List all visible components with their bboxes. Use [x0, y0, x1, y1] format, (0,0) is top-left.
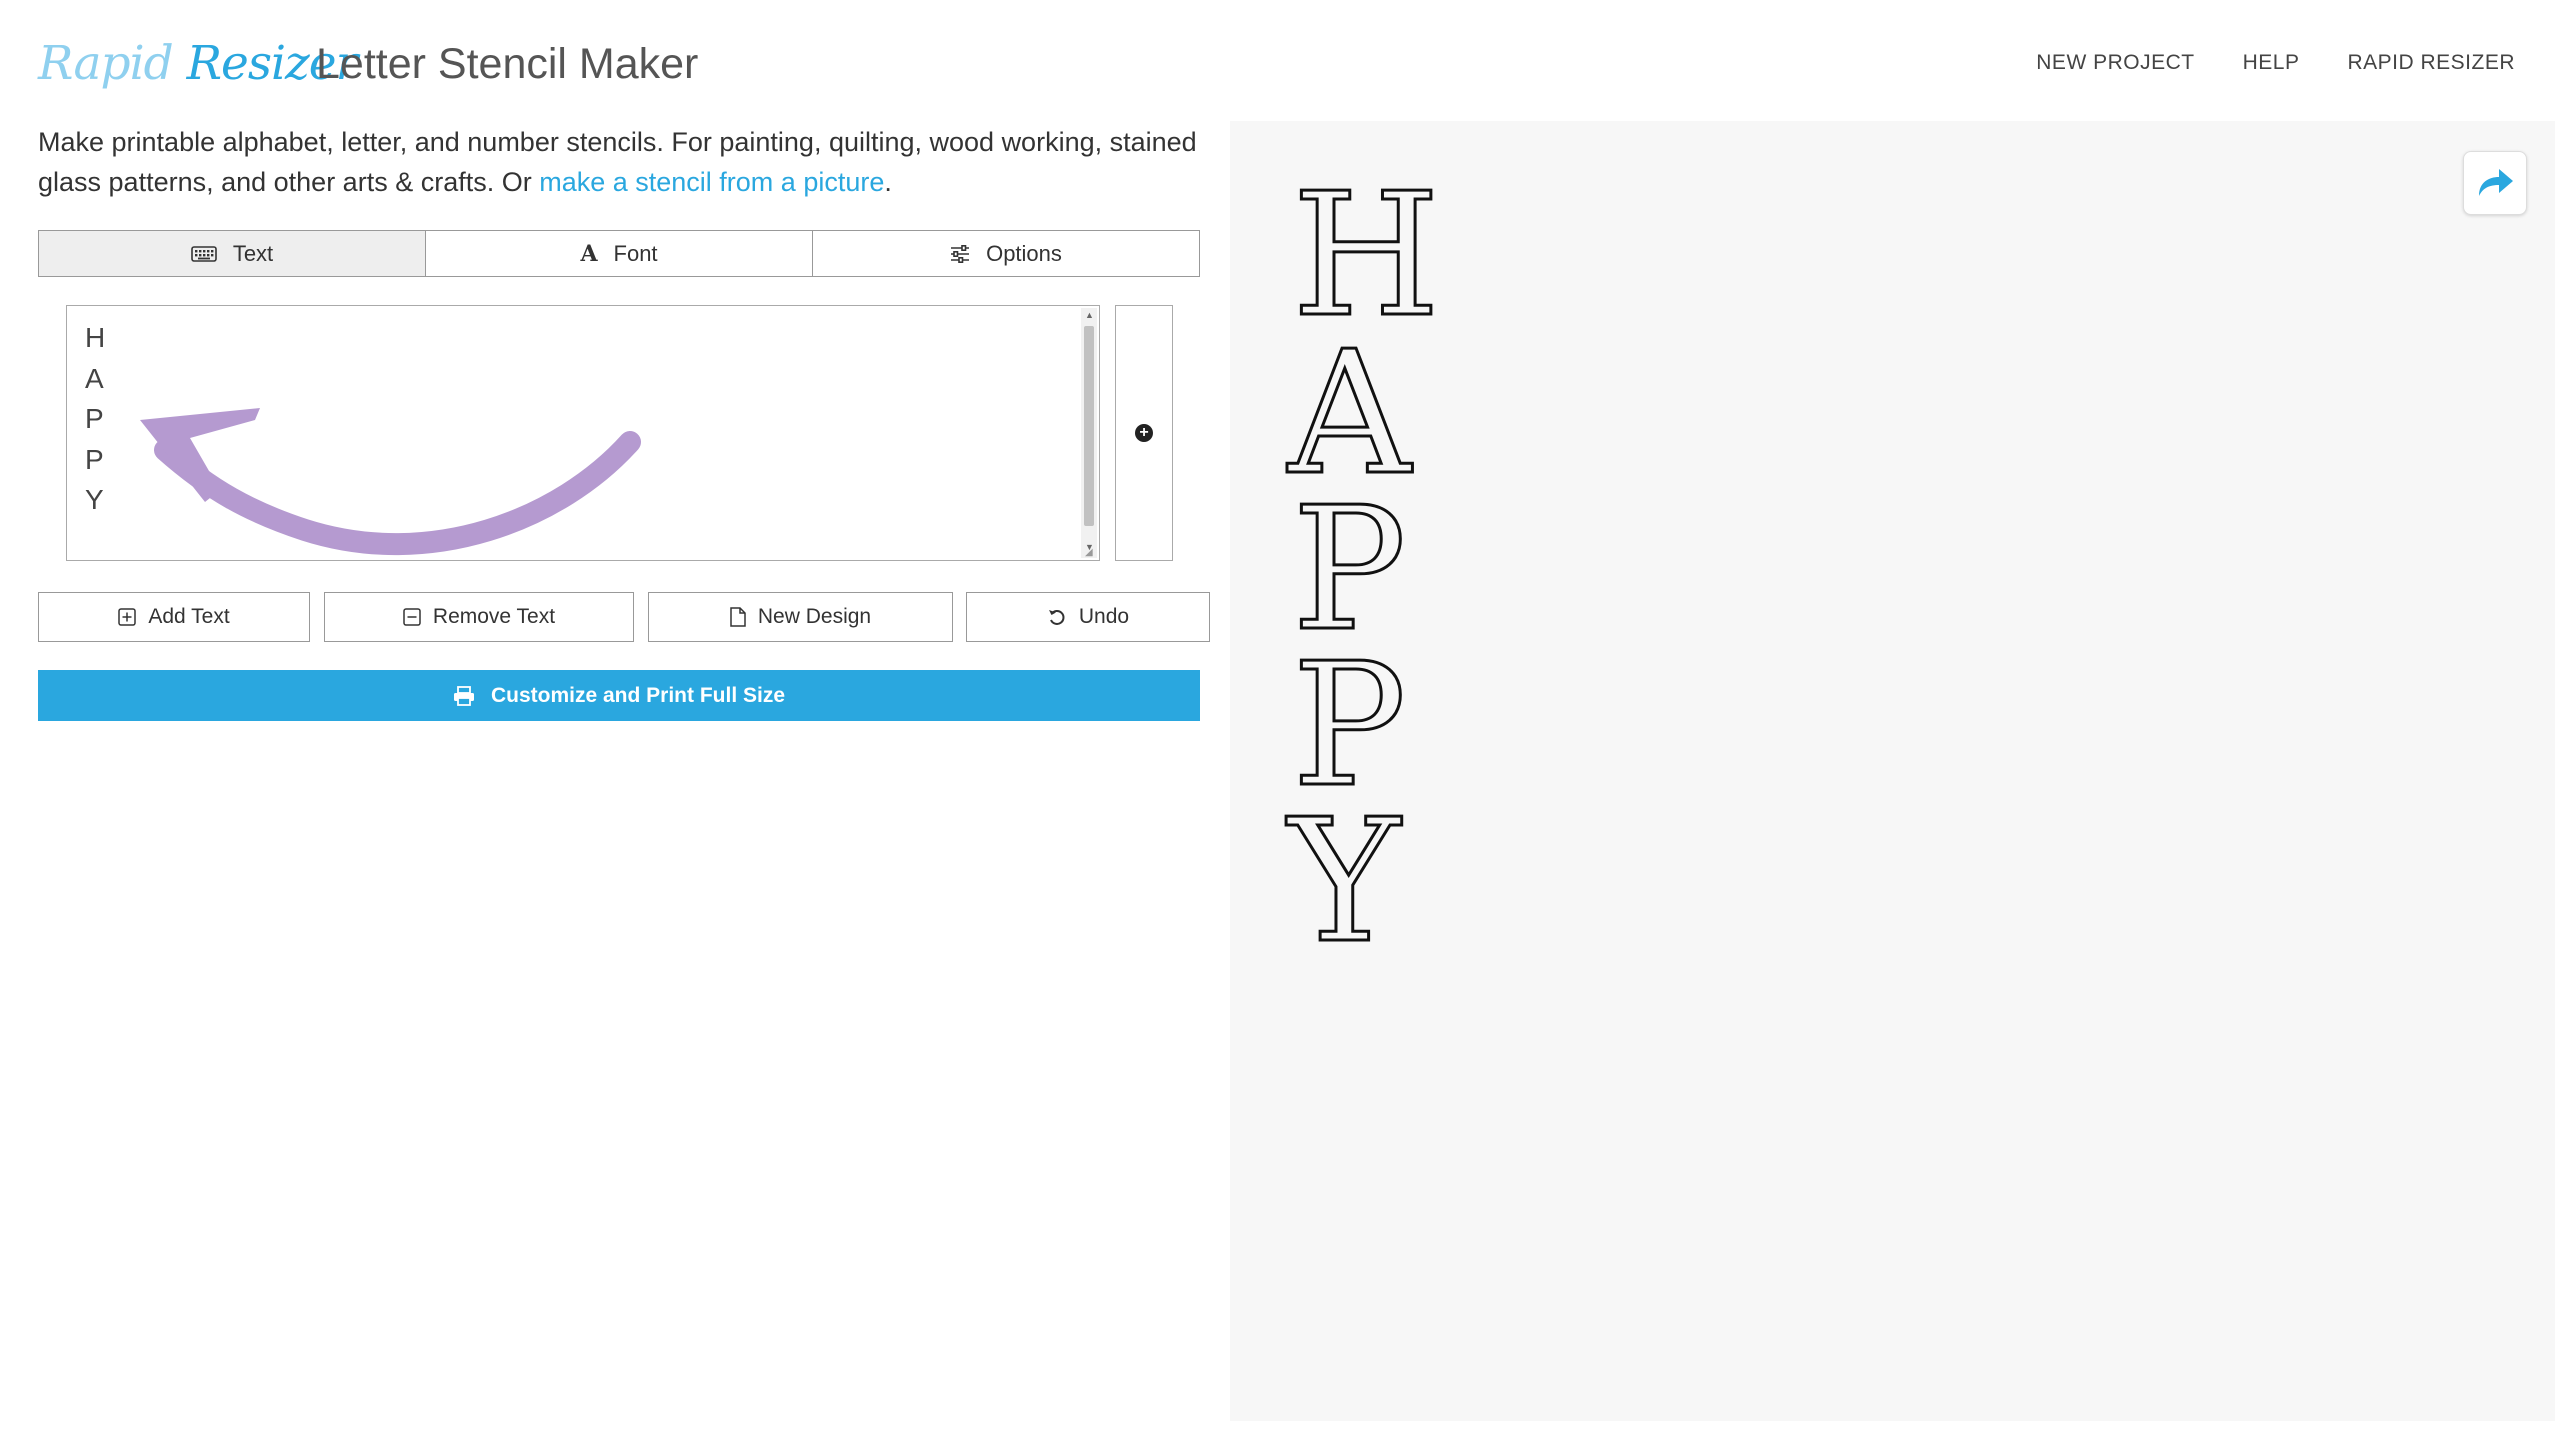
add-text-label: Add Text [148, 605, 230, 628]
nav-help[interactable]: HELP [2243, 48, 2300, 78]
tab-options[interactable]: Options [813, 231, 1199, 276]
plus-circle-icon: + [1135, 424, 1153, 442]
new-design-label: New Design [757, 605, 872, 628]
editor-line: Y [85, 484, 104, 515]
tab-options-label: Options [986, 240, 1062, 266]
share-button[interactable] [2463, 151, 2527, 215]
rapid-resizer-logo[interactable]: Rapid Resizer [38, 34, 358, 94]
sliders-icon [950, 244, 970, 263]
stencil-letter: H [1290, 157, 1441, 355]
remove-text-button[interactable]: Remove Text [324, 592, 634, 642]
stencil-letter: P [1290, 627, 1407, 825]
header: Rapid Resizer Letter Stencil Maker NEW P… [0, 0, 2560, 122]
undo-button[interactable]: Undo [966, 592, 1210, 642]
top-nav: NEW PROJECT HELP RAPID RESIZER [2036, 48, 2515, 78]
stencil-letter: P [1290, 471, 1407, 669]
editor-scrollbar[interactable]: ▲ ▼ [1081, 308, 1097, 558]
tab-text-label: Text [232, 240, 274, 266]
keyboard-icon [191, 245, 217, 262]
editor-line: H [85, 322, 106, 353]
add-text-button[interactable]: Add Text [38, 592, 310, 642]
customize-print-button[interactable]: Customize and Print Full Size [38, 670, 1200, 721]
action-buttons: Add Text Remove Text New Design Undo [38, 592, 1210, 642]
font-icon: A [580, 240, 598, 267]
editor-content[interactable]: H A P P Y [85, 318, 105, 521]
undo-label: Undo [1078, 605, 1130, 628]
editor-line: A [85, 362, 104, 394]
remove-text-label: Remove Text [432, 605, 556, 628]
new-design-button[interactable]: New Design [648, 592, 953, 642]
stencil-letter: A [1287, 315, 1413, 513]
editor-line: P [85, 443, 104, 475]
scroll-thumb[interactable] [1084, 326, 1094, 526]
stencil-letter: Y [1286, 783, 1401, 981]
picture-stencil-link[interactable]: make a stencil from a picture [539, 167, 884, 197]
stencil-preview: H A P P Y [1230, 121, 2555, 1421]
resize-grip-icon[interactable]: ◢ [1085, 547, 1097, 559]
logo-text-part1: Rapid [38, 36, 174, 91]
text-editor[interactable]: H A P P Y ▲ ▼ ◢ [66, 305, 1100, 561]
editor-line: P [85, 403, 104, 434]
scroll-up-arrow-icon[interactable]: ▲ [1085, 310, 1094, 320]
tab-font-label: Font [613, 240, 658, 266]
tab-font[interactable]: A Font [426, 231, 813, 276]
tab-text[interactable]: Text [39, 231, 426, 276]
printer-icon [453, 685, 475, 706]
share-arrow-icon [2479, 169, 2513, 196]
plus-square-icon [118, 608, 137, 626]
undo-icon [1047, 607, 1067, 627]
intro-text: Make printable alphabet, letter, and num… [38, 122, 1198, 202]
nav-new-project[interactable]: NEW PROJECT [2036, 48, 2194, 78]
nav-rapid-resizer[interactable]: RAPID RESIZER [2347, 48, 2515, 78]
add-line-button[interactable]: + [1115, 305, 1173, 561]
customize-print-label: Customize and Print Full Size [490, 683, 786, 707]
editor-tabs: Text A Font Options [38, 230, 1200, 277]
minus-square-icon [403, 608, 421, 626]
document-icon [730, 607, 746, 627]
intro-suffix: . [884, 167, 892, 197]
page-title: Letter Stencil Maker [316, 40, 699, 88]
